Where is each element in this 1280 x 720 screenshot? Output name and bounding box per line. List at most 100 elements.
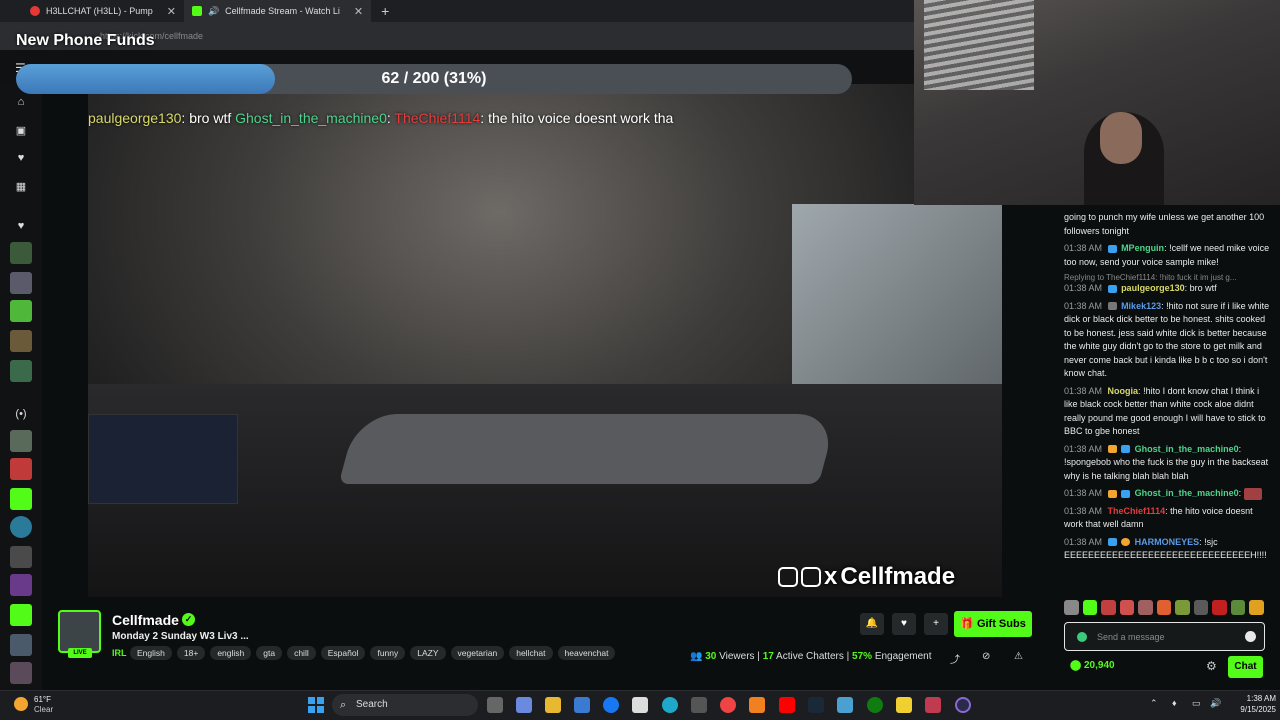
chat-settings-icon[interactable]: ⚙ — [1206, 659, 1217, 673]
subscribe-icon[interactable]: + — [924, 613, 948, 635]
share-icon[interactable]: ⤴ — [950, 651, 960, 666]
recommended-channel-avatar[interactable] — [10, 546, 32, 568]
channel-avatar[interactable] — [58, 610, 101, 653]
emote-icon[interactable] — [1064, 600, 1079, 615]
vlc-icon[interactable] — [749, 697, 765, 713]
emoji-picker-icon[interactable] — [1245, 631, 1256, 642]
channel-name[interactable]: Cellfmade — [112, 612, 179, 628]
file-explorer-icon[interactable] — [545, 697, 561, 713]
weather-widget[interactable]: 61°F Clear — [6, 694, 66, 716]
browser-tab-cellfmade[interactable]: 🔊 Cellfmade Stream - Watch Li ✕ — [183, 0, 372, 22]
followed-channel-avatar[interactable] — [10, 242, 32, 264]
gift-subs-button[interactable]: 🎁 Gift Subs — [954, 611, 1032, 637]
browse-icon[interactable]: ▣ — [14, 124, 28, 137]
recommended-channel-avatar[interactable] — [10, 430, 32, 452]
system-clock[interactable]: 1:38 AM 9/15/2025 — [1228, 693, 1276, 715]
start-button-icon[interactable] — [308, 697, 324, 713]
app-icon[interactable] — [925, 697, 941, 713]
follow-heart-icon[interactable]: ♥ — [892, 613, 916, 635]
chat-input-box[interactable] — [1064, 622, 1265, 651]
followed-channel-avatar[interactable] — [10, 330, 32, 352]
chat-username[interactable]: Ghost_in_the_machine0 — [1135, 488, 1239, 498]
store-icon[interactable] — [574, 697, 590, 713]
chrome-icon[interactable] — [720, 697, 736, 713]
close-tab-icon[interactable]: ✕ — [354, 5, 363, 18]
chat-username[interactable]: TheChief1114 — [1108, 506, 1166, 516]
stream-tag[interactable]: 18+ — [176, 646, 206, 660]
steam-icon[interactable] — [808, 697, 824, 713]
stream-tag[interactable]: Español — [320, 646, 366, 660]
recommended-channel-avatar[interactable] — [10, 488, 32, 510]
chat-username[interactable]: MPenguin — [1121, 243, 1164, 253]
chat-username[interactable]: HARMONEYES — [1135, 537, 1200, 547]
close-tab-icon[interactable]: ✕ — [167, 5, 176, 18]
recommended-channel-avatar[interactable] — [10, 604, 32, 626]
followed-channel-avatar[interactable] — [10, 360, 32, 382]
followed-channel-avatar[interactable] — [10, 300, 32, 322]
emote-icon[interactable] — [1175, 600, 1190, 615]
categories-icon[interactable]: ▦ — [14, 180, 28, 193]
notes-icon[interactable] — [896, 697, 912, 713]
recommended-channel-avatar[interactable] — [10, 634, 32, 656]
emote-icon[interactable] — [1082, 600, 1098, 615]
stream-tag[interactable]: heavenchat — [557, 646, 616, 660]
chat-message: 01:38 AM Ghost_in_the_machine0: !spongeb… — [1064, 443, 1269, 481]
new-tab-icon[interactable]: + — [371, 3, 399, 19]
facebook-icon[interactable] — [603, 697, 619, 713]
video-player[interactable] — [88, 84, 1002, 597]
chat-username[interactable]: paulgeorge130 — [1121, 283, 1185, 293]
stream-tag[interactable]: hellchat — [509, 646, 553, 660]
recommended-channel-avatar[interactable] — [10, 574, 32, 596]
report-icon[interactable]: ⚠ — [1014, 651, 1023, 662]
send-chat-button[interactable]: Chat — [1228, 656, 1263, 678]
emote-icon[interactable] — [1101, 600, 1116, 615]
emote-icon[interactable] — [1138, 600, 1153, 615]
volume-icon[interactable]: 🔊 — [1210, 698, 1221, 709]
chat-username[interactable]: Mikek123 — [1121, 301, 1161, 311]
emote-icon[interactable] — [1156, 600, 1172, 615]
stream-category[interactable]: IRL — [112, 648, 127, 658]
stream-tag[interactable]: LAZY — [410, 646, 446, 660]
recommended-channel-avatar[interactable] — [10, 458, 32, 480]
recommended-channel-avatar[interactable] — [10, 662, 32, 684]
edge-icon[interactable] — [662, 697, 678, 713]
amazon-icon[interactable] — [632, 697, 648, 713]
tray-app-icon[interactable]: ♦ — [1172, 698, 1177, 708]
emote-icon[interactable] — [1119, 600, 1135, 615]
followed-channel-avatar[interactable] — [10, 272, 32, 294]
emote-icon[interactable] — [1230, 600, 1246, 615]
emote-icon[interactable] — [1193, 600, 1209, 615]
chat-reply-preview[interactable]: Replying to TheChief1114: !hito fuck it … — [1056, 273, 1280, 282]
stream-tag[interactable]: funny — [370, 646, 406, 660]
display-icon[interactable]: ▭ — [1192, 698, 1201, 709]
chat-username[interactable]: Noogia — [1108, 386, 1139, 396]
app-icon[interactable] — [837, 697, 853, 713]
calculator-icon[interactable] — [691, 697, 707, 713]
youtube-icon[interactable] — [779, 697, 795, 713]
tray-chevron-icon[interactable]: ⌃ — [1150, 698, 1158, 709]
notification-bell-icon[interactable]: 🔔 — [860, 613, 884, 635]
obs-icon[interactable] — [955, 697, 971, 713]
chat-timestamp: 01:38 AM — [1064, 505, 1103, 516]
recommended-channel-avatar[interactable] — [10, 516, 32, 538]
taskbar-search[interactable]: ⌕ Search — [332, 694, 478, 716]
browser-tab-h3llchat[interactable]: H3LLCHAT (H3LL) - Pump ✕ — [0, 0, 184, 22]
copilot-icon[interactable] — [516, 697, 532, 713]
xbox-icon[interactable] — [867, 697, 883, 713]
following-icon[interactable]: ♥ — [14, 152, 28, 164]
chat-message-input[interactable] — [1097, 630, 1247, 644]
stream-tag[interactable]: vegetarian — [450, 646, 505, 660]
chat-identity-icon[interactable] — [1077, 632, 1087, 642]
stream-tag[interactable]: gta — [256, 646, 283, 660]
home-icon[interactable]: ⌂ — [14, 96, 28, 108]
stream-tag[interactable]: english — [210, 646, 252, 660]
hide-icon[interactable]: ⊘ — [982, 651, 990, 662]
chat-username[interactable]: Ghost_in_the_machine0 — [1135, 444, 1239, 454]
emote-icon[interactable] — [1249, 600, 1265, 615]
channel-points[interactable]: ⬤ 20,940 — [1070, 660, 1115, 671]
coin-badge-icon — [1121, 538, 1131, 547]
task-view-icon[interactable] — [487, 697, 503, 713]
stream-tag[interactable]: English — [130, 646, 172, 660]
stream-tag[interactable]: chill — [287, 646, 316, 660]
emote-icon[interactable] — [1212, 600, 1227, 615]
